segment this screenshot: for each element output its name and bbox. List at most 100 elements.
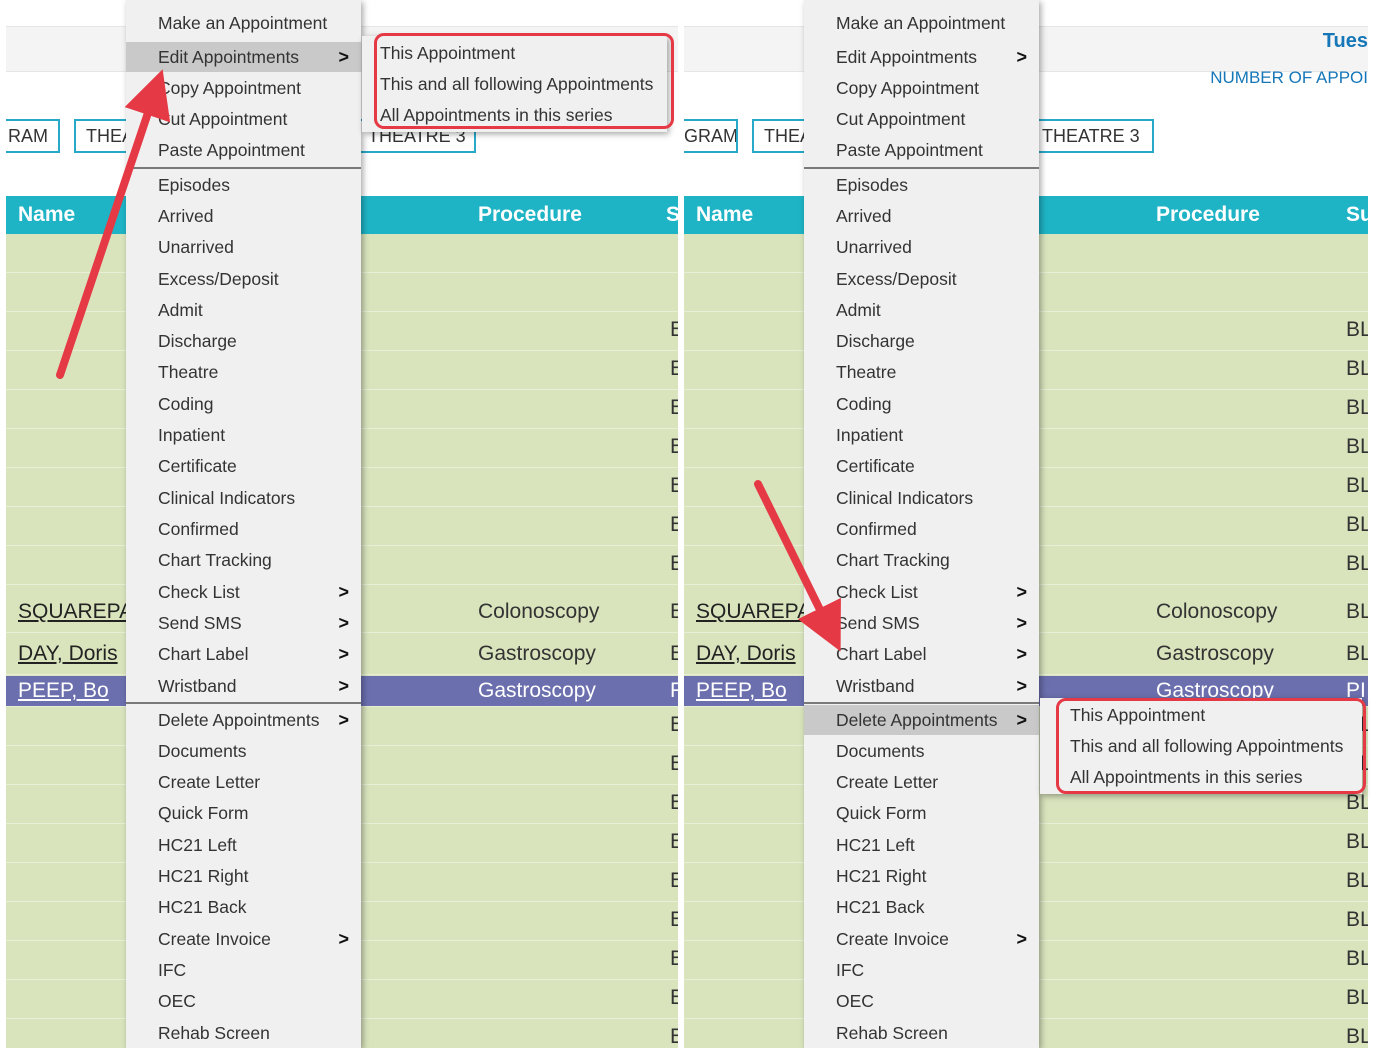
menu-item-label: Chart Tracking: [836, 550, 950, 570]
cell-s: E: [670, 830, 678, 853]
menu-item-discharge[interactable]: Discharge: [126, 326, 361, 356]
menu-item-episodes[interactable]: Episodes: [126, 170, 361, 200]
patient-name-link[interactable]: SQUAREPA: [18, 600, 133, 624]
menu-item-make-appointment[interactable]: Make an Appointment: [804, 8, 1039, 38]
menu-item-confirmed[interactable]: Confirmed: [126, 514, 361, 544]
menu-item-check-list[interactable]: Check List >: [804, 577, 1039, 607]
menu-item-label: Unarrived: [836, 237, 912, 257]
menu-item-label: Check List: [158, 582, 240, 602]
menu-item-copy-appointment[interactable]: Copy Appointment: [126, 73, 361, 103]
menu-item-create-letter[interactable]: Create Letter: [804, 767, 1039, 797]
menu-item-ifc[interactable]: IFC: [804, 955, 1039, 985]
menu-item-create-letter[interactable]: Create Letter: [126, 767, 361, 797]
menu-item-edit-appointments[interactable]: Edit Appointments >: [804, 42, 1039, 72]
menu-item-label: Make an Appointment: [158, 13, 328, 33]
column-header-procedure[interactable]: Procedure: [1156, 203, 1260, 227]
menu-item-excess-deposit[interactable]: Excess/Deposit: [126, 264, 361, 294]
menu-item-chart-label[interactable]: Chart Label >: [126, 639, 361, 669]
menu-item-copy-appointment[interactable]: Copy Appointment: [804, 73, 1039, 103]
menu-item-inpatient[interactable]: Inpatient: [126, 420, 361, 450]
cell-s: E: [670, 552, 678, 575]
column-header-su[interactable]: Su: [1346, 203, 1368, 227]
menu-item-coding[interactable]: Coding: [126, 389, 361, 419]
menu-item-quick-form[interactable]: Quick Form: [126, 798, 361, 828]
menu-item-chart-tracking[interactable]: Chart Tracking: [126, 545, 361, 575]
menu-item-hc21-right[interactable]: HC21 Right: [804, 861, 1039, 891]
cell-procedure: Colonoscopy: [1156, 600, 1278, 623]
menu-item-wristband[interactable]: Wristband >: [126, 671, 361, 701]
chevron-right-icon: >: [338, 676, 349, 696]
menu-item-hc21-left[interactable]: HC21 Left: [804, 830, 1039, 860]
menu-item-clinical-indicators[interactable]: Clinical Indicators: [126, 483, 361, 513]
theatre-tab-theatre-3[interactable]: THEATRE 3: [1030, 119, 1154, 153]
menu-item-coding[interactable]: Coding: [804, 389, 1039, 419]
patient-name-link[interactable]: PEEP, Bo: [696, 679, 787, 703]
menu-item-chart-label[interactable]: Chart Label >: [804, 639, 1039, 669]
menu-item-make-appointment[interactable]: Make an Appointment: [126, 8, 361, 38]
menu-item-ifc[interactable]: IFC: [126, 955, 361, 985]
menu-item-oec[interactable]: OEC: [126, 986, 361, 1016]
theatre-tab-program[interactable]: RAM: [6, 119, 60, 153]
menu-item-label: Theatre: [836, 362, 897, 382]
menu-item-excess-deposit[interactable]: Excess/Deposit: [804, 264, 1039, 294]
menu-item-confirmed[interactable]: Confirmed: [804, 514, 1039, 544]
menu-item-rehab-screen[interactable]: Rehab Screen: [126, 1018, 361, 1048]
menu-item-unarrived[interactable]: Unarrived: [804, 232, 1039, 262]
menu-item-certificate[interactable]: Certificate: [126, 451, 361, 481]
menu-item-admit[interactable]: Admit: [126, 295, 361, 325]
column-header-procedure[interactable]: Procedure: [478, 203, 582, 227]
menu-item-certificate[interactable]: Certificate: [804, 451, 1039, 481]
menu-item-theatre[interactable]: Theatre: [804, 357, 1039, 387]
menu-item-arrived[interactable]: Arrived: [804, 201, 1039, 231]
menu-item-send-sms[interactable]: Send SMS >: [126, 608, 361, 638]
menu-item-documents[interactable]: Documents: [804, 736, 1039, 766]
chevron-right-icon: >: [338, 47, 349, 67]
chevron-right-icon: >: [338, 929, 349, 949]
patient-name-link[interactable]: DAY, Doris: [18, 642, 118, 666]
menu-item-clinical-indicators[interactable]: Clinical Indicators: [804, 483, 1039, 513]
menu-item-inpatient[interactable]: Inpatient: [804, 420, 1039, 450]
theatre-tab-program[interactable]: GRAM: [684, 119, 738, 153]
menu-item-episodes[interactable]: Episodes: [804, 170, 1039, 200]
patient-name-link[interactable]: SQUAREPA: [696, 600, 811, 624]
context-menu-left: Make an Appointment Edit Appointments > C…: [126, 0, 361, 1048]
menu-item-label: Check List: [836, 582, 918, 602]
menu-item-send-sms[interactable]: Send SMS >: [804, 608, 1039, 638]
menu-item-unarrived[interactable]: Unarrived: [126, 232, 361, 262]
menu-item-cut-appointment[interactable]: Cut Appointment: [804, 104, 1039, 134]
menu-item-admit[interactable]: Admit: [804, 295, 1039, 325]
menu-item-paste-appointment[interactable]: Paste Appointment: [804, 135, 1039, 165]
menu-item-quick-form[interactable]: Quick Form: [804, 798, 1039, 828]
menu-item-rehab-screen[interactable]: Rehab Screen: [804, 1018, 1039, 1048]
menu-item-label: Arrived: [158, 206, 214, 226]
menu-item-label: Copy Appointment: [158, 78, 302, 98]
menu-item-delete-appointments[interactable]: Delete Appointments >: [126, 705, 361, 735]
menu-item-theatre[interactable]: Theatre: [126, 357, 361, 387]
menu-item-edit-appointments[interactable]: Edit Appointments >: [126, 42, 361, 72]
menu-item-chart-tracking[interactable]: Chart Tracking: [804, 545, 1039, 575]
column-header-name[interactable]: Name: [18, 203, 75, 227]
menu-item-label: Episodes: [158, 175, 230, 195]
menu-item-oec[interactable]: OEC: [804, 986, 1039, 1016]
column-header-s[interactable]: S: [666, 203, 678, 227]
menu-item-label: Chart Tracking: [158, 550, 272, 570]
menu-item-paste-appointment[interactable]: Paste Appointment: [126, 135, 361, 165]
cell-s: E: [670, 600, 678, 623]
column-header-name[interactable]: Name: [696, 203, 753, 227]
menu-item-documents[interactable]: Documents: [126, 736, 361, 766]
menu-item-hc21-left[interactable]: HC21 Left: [126, 830, 361, 860]
menu-item-discharge[interactable]: Discharge: [804, 326, 1039, 356]
menu-item-create-invoice[interactable]: Create Invoice >: [804, 924, 1039, 954]
menu-item-hc21-right[interactable]: HC21 Right: [126, 861, 361, 891]
menu-item-check-list[interactable]: Check List >: [126, 577, 361, 607]
menu-item-hc21-back[interactable]: HC21 Back: [126, 892, 361, 922]
menu-item-create-invoice[interactable]: Create Invoice >: [126, 924, 361, 954]
menu-item-arrived[interactable]: Arrived: [126, 201, 361, 231]
patient-name-link[interactable]: DAY, Doris: [696, 642, 796, 666]
menu-item-cut-appointment[interactable]: Cut Appointment: [126, 104, 361, 134]
menu-item-label: IFC: [158, 960, 187, 980]
menu-item-delete-appointments[interactable]: Delete Appointments >: [804, 705, 1039, 735]
patient-name-link[interactable]: PEEP, Bo: [18, 679, 109, 703]
menu-item-hc21-back[interactable]: HC21 Back: [804, 892, 1039, 922]
menu-item-wristband[interactable]: Wristband >: [804, 671, 1039, 701]
